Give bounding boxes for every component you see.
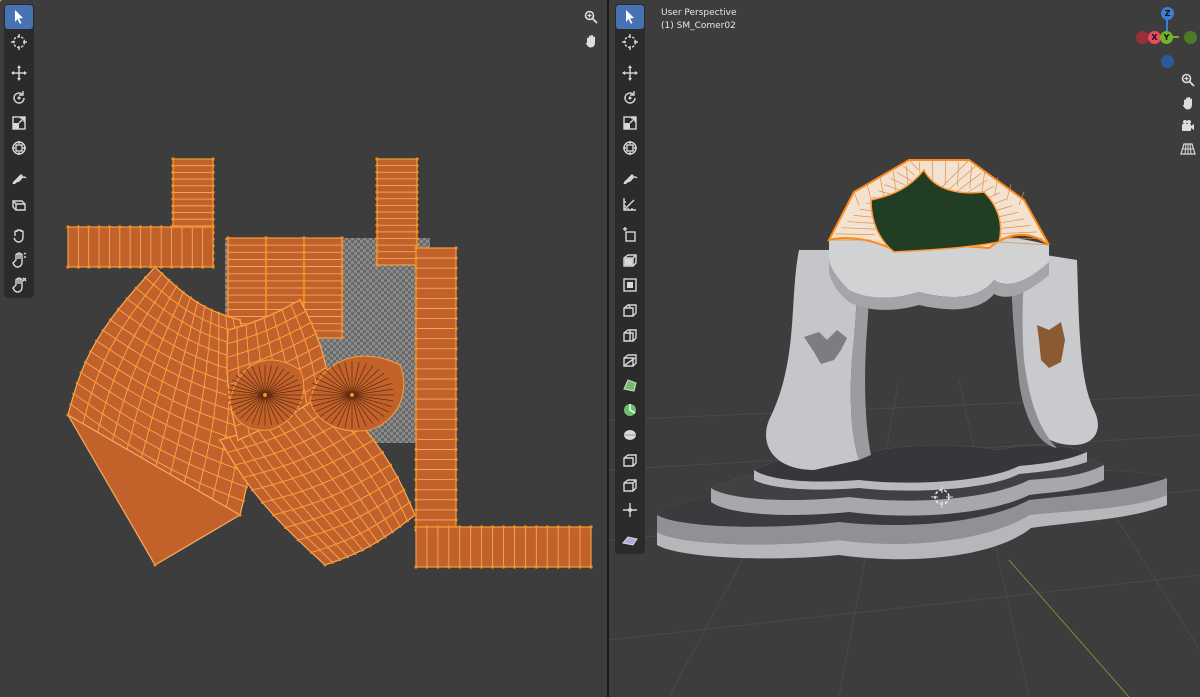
shear-tool[interactable] <box>616 498 644 522</box>
measure-tool[interactable] <box>616 192 644 216</box>
measure-icon <box>623 198 636 211</box>
zoom-icon[interactable] <box>1177 69 1199 91</box>
viewport-object-label: (1) SM_Comer02 <box>661 21 736 31</box>
inset-tool[interactable] <box>616 273 644 297</box>
perspective-grid-icon[interactable] <box>1177 138 1199 160</box>
cursor-tool[interactable] <box>616 30 644 54</box>
edge-slide-tool[interactable] <box>616 448 644 472</box>
select-tool[interactable] <box>616 5 644 29</box>
bevel-tool[interactable] <box>616 298 644 322</box>
rotate-tool[interactable] <box>5 86 33 110</box>
pinch-tool[interactable] <box>5 273 33 297</box>
cursor-icon <box>626 10 634 24</box>
cursor-tool[interactable] <box>5 30 33 54</box>
uv-canvas[interactable] <box>0 0 607 697</box>
rotate-icon <box>13 91 25 104</box>
pan-hand-icon[interactable] <box>580 30 602 52</box>
transform-icon <box>12 141 26 155</box>
gizmo-y-axis[interactable]: Y <box>1160 31 1173 44</box>
move-tool[interactable] <box>5 61 33 85</box>
annotate-icon <box>623 174 638 185</box>
gizmo-neg-y-axis[interactable] <box>1184 31 1197 44</box>
pan-hand-icon[interactable] <box>1177 92 1199 114</box>
extrude-tool[interactable] <box>616 248 644 272</box>
loop-cut-icon <box>623 329 637 342</box>
3d-viewport[interactable]: User Perspective (1) SM_Comer02 Z X Y <box>609 0 1200 697</box>
crosshair-icon <box>622 34 638 50</box>
move-icon <box>11 65 27 81</box>
annotate-icon <box>12 174 27 185</box>
scale-icon <box>623 116 637 130</box>
extrude-icon <box>623 254 637 267</box>
scale-icon <box>12 116 26 130</box>
rip-region-icon <box>622 536 638 546</box>
annotate-tool[interactable] <box>616 167 644 191</box>
spin-tool[interactable] <box>616 398 644 422</box>
annotate-tool[interactable] <box>5 167 33 191</box>
blender-window: User Perspective (1) SM_Comer02 Z X Y <box>0 0 1200 697</box>
shear-icon <box>623 503 637 517</box>
grab-icon <box>13 229 24 243</box>
scale-tool[interactable] <box>616 111 644 135</box>
move-icon <box>622 65 638 81</box>
loop-cut-tool[interactable] <box>616 323 644 347</box>
rotate-tool[interactable] <box>616 86 644 110</box>
relax-tool[interactable] <box>5 248 33 272</box>
camera-icon[interactable] <box>1177 115 1199 137</box>
viewport-canvas[interactable] <box>609 0 1200 697</box>
grab-tool[interactable] <box>5 223 33 247</box>
edge-slide-icon <box>623 454 637 467</box>
knife-tool[interactable] <box>616 348 644 372</box>
cursor-icon <box>15 10 23 24</box>
arch-roof-selected[interactable] <box>827 159 1050 253</box>
gizmo-z-axis[interactable]: Z <box>1161 7 1174 20</box>
rip-tool[interactable] <box>5 192 33 216</box>
zoom-icon[interactable] <box>580 6 602 28</box>
poly-build-tool[interactable] <box>616 373 644 397</box>
add-cube-icon <box>623 227 636 242</box>
select-tool[interactable] <box>5 5 33 29</box>
move-tool[interactable] <box>616 61 644 85</box>
rip-region-tool[interactable] <box>616 529 644 553</box>
uv-editor[interactable] <box>0 0 607 697</box>
rip-icon <box>12 200 26 211</box>
poly-build-icon <box>623 379 637 392</box>
transform-tool[interactable] <box>616 136 644 160</box>
viewport-perspective-label: User Perspective <box>661 8 737 18</box>
gizmo-neg-z-axis[interactable] <box>1161 55 1174 68</box>
add-cube-tool[interactable] <box>616 223 644 247</box>
inset-icon <box>623 278 637 292</box>
shrink-icon <box>623 479 637 492</box>
bevel-icon <box>623 304 637 317</box>
shrink-tool[interactable] <box>616 473 644 497</box>
transform-tool[interactable] <box>5 136 33 160</box>
smooth-icon <box>624 430 636 440</box>
crosshair-icon <box>11 34 27 50</box>
pinch-icon <box>12 277 27 293</box>
spin-icon <box>624 404 636 416</box>
smooth-tool[interactable] <box>616 423 644 447</box>
knife-icon <box>623 354 637 367</box>
3d-toolbar <box>615 4 645 554</box>
relax-icon <box>12 252 27 268</box>
scale-tool[interactable] <box>5 111 33 135</box>
transform-icon <box>623 141 637 155</box>
uv-toolbar <box>4 4 34 298</box>
rotate-icon <box>624 91 636 104</box>
